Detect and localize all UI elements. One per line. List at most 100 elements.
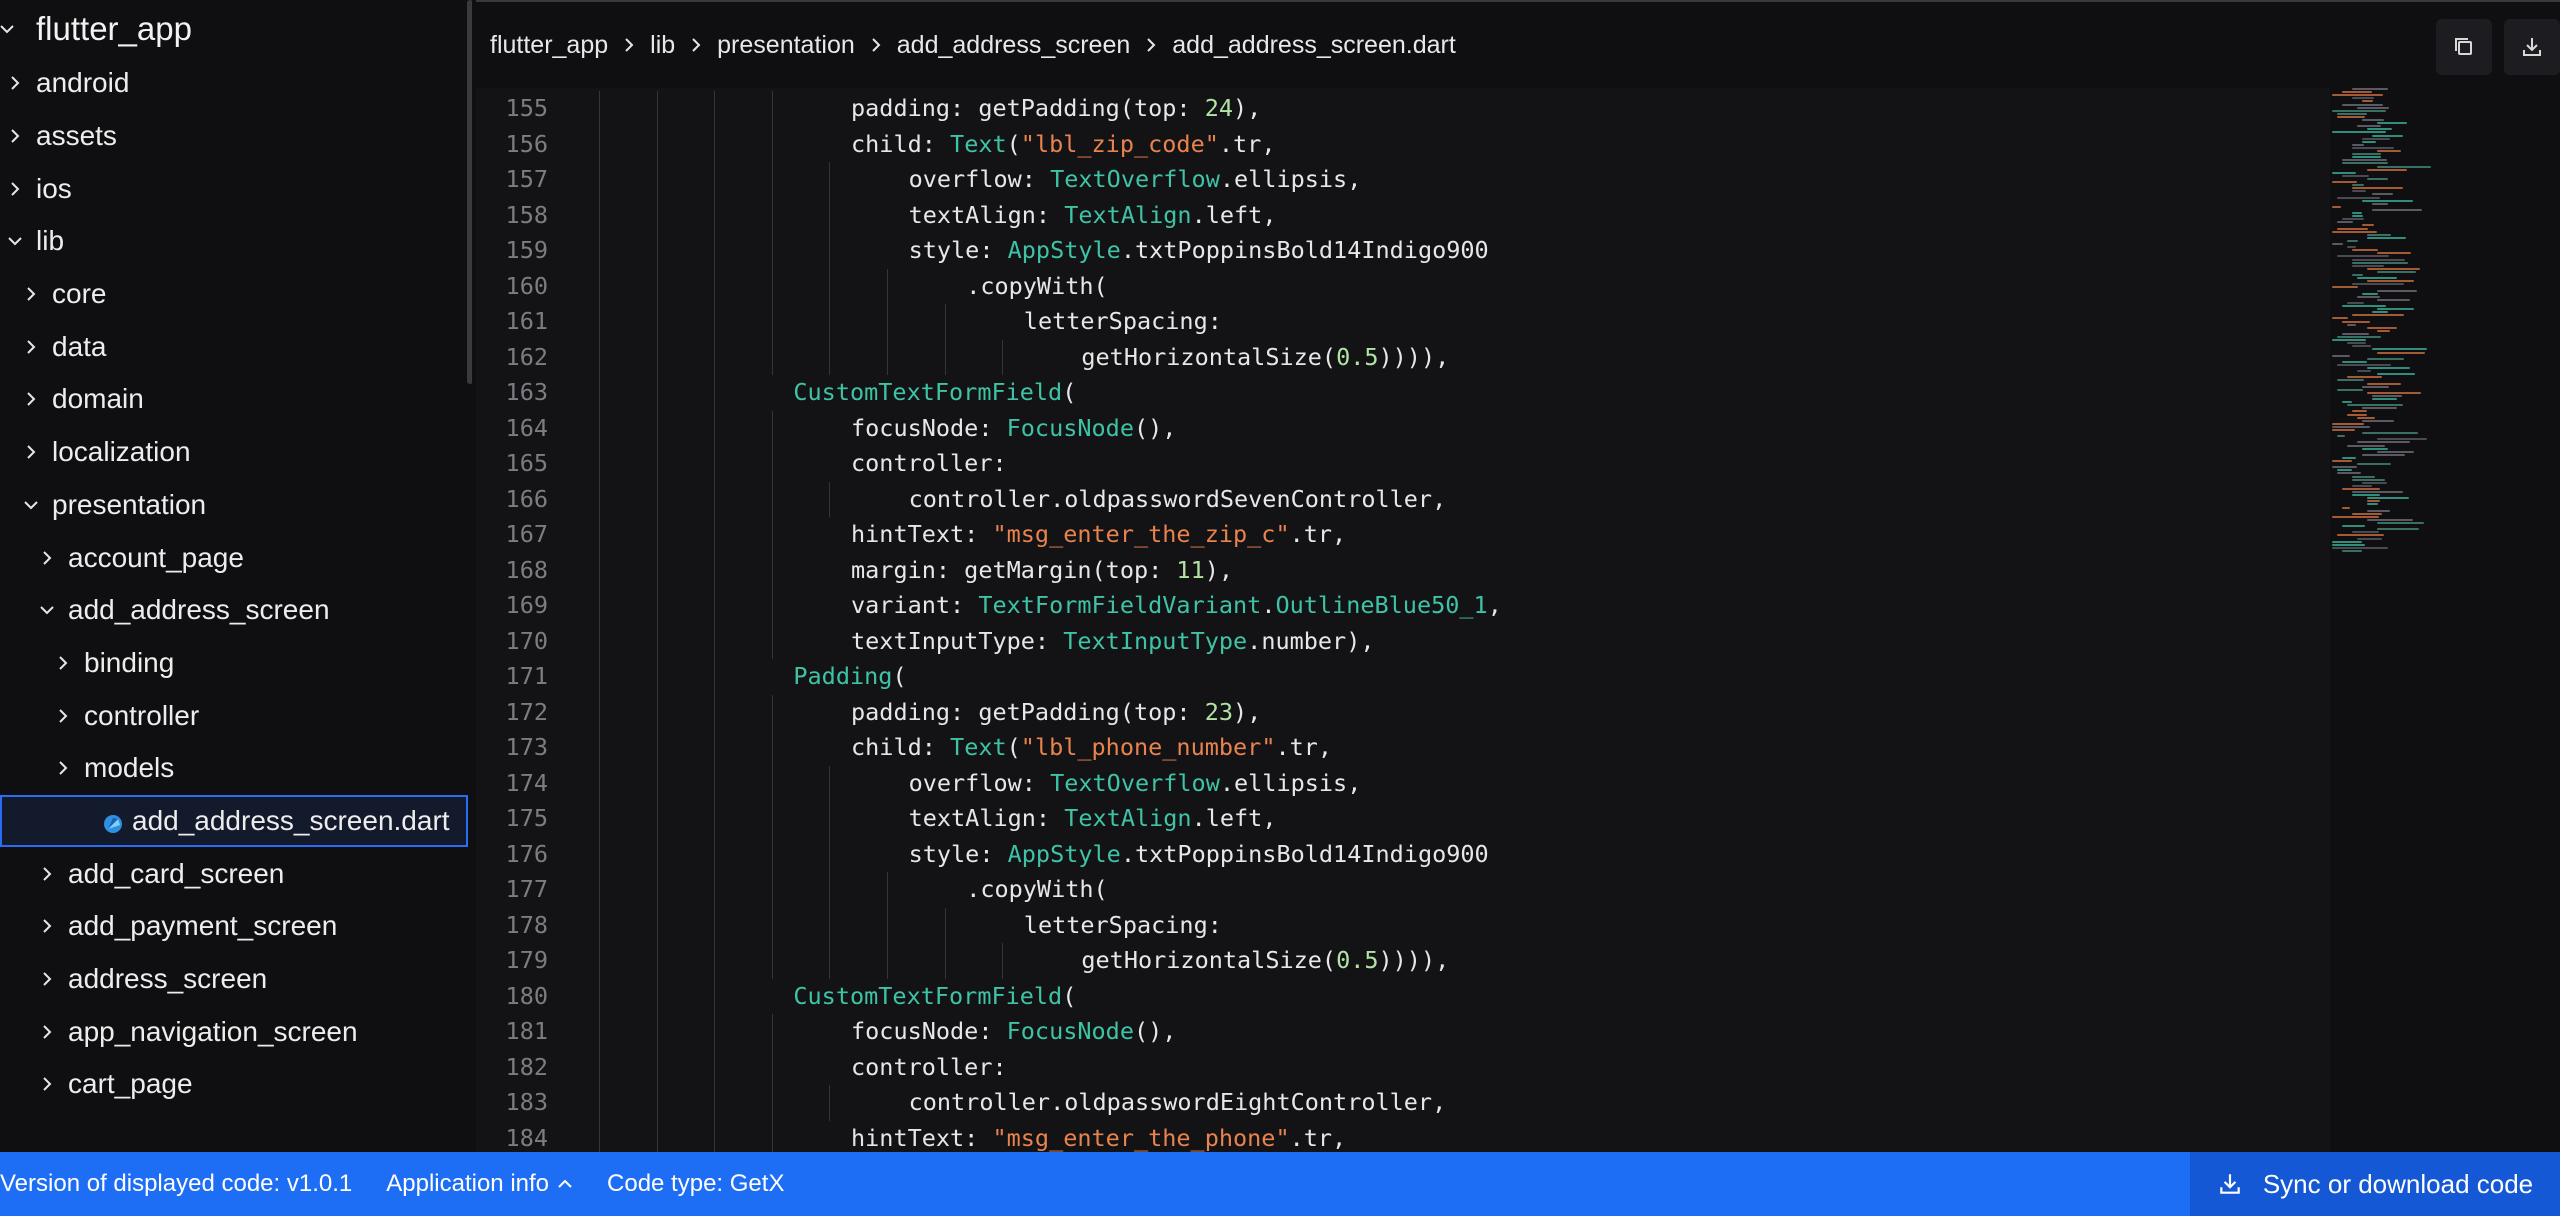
- minimap-line: [2367, 518, 2413, 521]
- chevron-right-icon: [8, 129, 22, 143]
- tree-folder-item[interactable]: app_navigation_screen: [0, 1005, 472, 1058]
- tree-item-label: add_address_screen: [68, 594, 330, 626]
- copy-button[interactable]: [2436, 19, 2492, 75]
- breadcrumb-item[interactable]: flutter_app: [490, 31, 608, 60]
- indent-guide: [714, 339, 716, 375]
- indent-guide: [771, 233, 773, 269]
- download-button[interactable]: [2504, 19, 2560, 75]
- breadcrumb-item[interactable]: add_address_screen: [897, 31, 1131, 60]
- tree-folder-item[interactable]: android: [0, 57, 472, 110]
- indent-guide: [656, 588, 658, 624]
- minimap-line: [2337, 363, 2391, 366]
- code-line: 172 padding: getPadding(top: 23),: [476, 694, 2330, 731]
- indent-guide: [829, 233, 831, 269]
- tree-folder-item[interactable]: cart_page: [0, 1058, 472, 1111]
- tree-item-label: add_payment_screen: [68, 910, 338, 942]
- status-bar: Version of displayed code: v1.0.1 Applic…: [0, 1152, 2560, 1216]
- minimap-line: [2362, 137, 2390, 140]
- indent-guide: [599, 126, 600, 162]
- tree-folder-item[interactable]: binding: [0, 637, 472, 690]
- tree-folder-item[interactable]: add_address_screen: [0, 584, 472, 637]
- tree-folder-item[interactable]: assets: [0, 110, 472, 163]
- indent-guide: [656, 268, 658, 304]
- indent-guide: [599, 517, 600, 553]
- tree-folder-item[interactable]: presentation: [0, 479, 472, 532]
- tree-folder-item[interactable]: models: [0, 742, 472, 795]
- code-token: .copyWith(: [966, 875, 1108, 903]
- line-number: 176: [505, 839, 548, 868]
- code-token: padding: getPadding(top:: [851, 697, 1205, 726]
- indent-guide: [656, 1049, 658, 1085]
- tree-item-label: binding: [84, 646, 175, 678]
- code-line: 157 overflow: TextOverflow.ellipsis,: [476, 162, 2330, 198]
- indent-guide: [887, 304, 888, 340]
- tree-folder-item[interactable]: add_payment_screen: [0, 900, 472, 953]
- code-text: controller:: [851, 446, 1007, 482]
- indent-guide: [887, 872, 888, 908]
- minimap-line: [2372, 208, 2422, 211]
- minimap-line: [2347, 246, 2356, 249]
- tree-item-label: core: [52, 278, 107, 310]
- indent-guide: [656, 978, 658, 1014]
- tree-folder-item[interactable]: controller: [0, 689, 472, 742]
- tree-folder-item[interactable]: address_screen: [0, 953, 472, 1006]
- tree-root[interactable]: flutter_app: [0, 0, 472, 57]
- code-line: 158 textAlign: TextAlign.left,: [476, 197, 2330, 233]
- minimap-line: [2332, 466, 2357, 469]
- indent-guide: [714, 872, 716, 908]
- indent-guide: [656, 1120, 658, 1152]
- indent-guide: [599, 552, 600, 588]
- tree-item-label: address_screen: [68, 963, 268, 995]
- tree-folder-item[interactable]: data: [0, 320, 472, 373]
- minimap-line: [2332, 230, 2377, 233]
- code-token: .txtPoppinsBold14Indigo900: [1120, 839, 1489, 868]
- tree-item-label: add_card_screen: [68, 857, 285, 889]
- minimap-line: [2352, 249, 2378, 252]
- tree-folder-item[interactable]: domain: [0, 373, 472, 426]
- minimap-line: [2367, 128, 2392, 131]
- minimap-line: [2342, 305, 2386, 307]
- code-token: 24: [1204, 94, 1234, 122]
- minimap-line: [2367, 382, 2401, 385]
- code-text: textInputType: TextInputType.number),: [851, 624, 1375, 660]
- minimap-line: [2332, 546, 2388, 549]
- tree-folder-item[interactable]: lib: [0, 215, 472, 268]
- indent-guide: [829, 907, 831, 943]
- minimap-line: [2367, 500, 2380, 503]
- indent-guide: [599, 197, 600, 233]
- code-token: )))),: [1378, 342, 1450, 371]
- minimap-line: [2332, 243, 2343, 245]
- code-token: TextOverflow: [1050, 165, 1220, 193]
- breadcrumb-item[interactable]: lib: [650, 31, 675, 60]
- minimap-line: [2352, 143, 2364, 146]
- line-number: 165: [505, 449, 548, 477]
- tree-folder-item[interactable]: localization: [0, 426, 472, 479]
- sync-download-button[interactable]: Sync or download code: [2190, 1152, 2560, 1216]
- minimap-line: [2337, 435, 2345, 438]
- chevron-right-icon: [685, 34, 707, 56]
- indent-guide: [599, 233, 600, 269]
- sidebar-scrollbar[interactable]: [467, 0, 472, 384]
- indent-guide: [771, 91, 773, 127]
- code-token: CustomTextFormField: [793, 981, 1063, 1010]
- code-text: padding: getPadding(top: 23),: [851, 695, 1261, 731]
- breadcrumb-item[interactable]: presentation: [717, 31, 855, 60]
- tree-folder-item[interactable]: core: [0, 268, 472, 321]
- tree-folder-item[interactable]: add_card_screen: [0, 847, 472, 900]
- minimap-line: [2352, 274, 2363, 276]
- indent-guide: [599, 836, 600, 872]
- code-minimap[interactable]: [2328, 88, 2468, 848]
- download-icon: [2523, 38, 2541, 56]
- code-token: textAlign:: [908, 200, 1065, 229]
- minimap-line: [2352, 264, 2384, 267]
- app-info-toggle[interactable]: Application info: [386, 1170, 573, 1198]
- tree-folder-item[interactable]: ios: [0, 162, 472, 215]
- tree-file-item[interactable]: add_address_screen.dart: [0, 794, 468, 848]
- tree-folder-item[interactable]: account_page: [0, 531, 472, 584]
- indent-guide: [714, 481, 716, 517]
- breadcrumb-item[interactable]: add_address_screen.dart: [1172, 31, 1456, 60]
- minimap-line: [2337, 388, 2363, 391]
- code-editor[interactable]: 155 padding: getPadding(top: 24), 156 child…: [476, 88, 2330, 1152]
- code-text: hintText: "msg_enter_the_phone".tr,: [851, 1121, 1346, 1153]
- minimap-line: [2342, 159, 2387, 162]
